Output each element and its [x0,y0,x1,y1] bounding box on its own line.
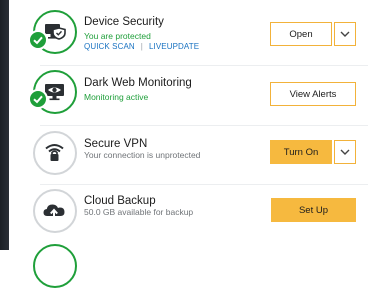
cloud-backup-icon-circle [33,189,77,233]
row-divider [40,184,368,185]
feature-row-device-security: Device Security You are protected QUICK … [0,8,376,68]
view-alerts-button[interactable]: View Alerts [270,82,356,106]
secure-vpn-dropdown-button[interactable] [334,140,356,164]
chevron-down-icon [340,149,350,155]
next-feature-icon-circle [33,244,77,288]
feature-links: QUICK SCAN | LIVEUPDATE [84,42,199,51]
quick-scan-link[interactable]: QUICK SCAN [84,42,135,51]
device-security-dropdown-button[interactable] [334,22,356,46]
chevron-down-icon [340,31,350,37]
feature-title: Secure VPN [84,138,148,150]
cloud-upload-icon [35,191,75,231]
row-divider [40,125,368,126]
feature-row-cloud-backup: Cloud Backup 50.0 GB available for backu… [0,186,376,246]
check-icon [33,36,43,45]
feature-status: Monitoring active [84,92,149,102]
liveupdate-link[interactable]: LIVEUPDATE [149,42,199,51]
turn-on-button[interactable]: Turn On [270,140,332,164]
feature-row-dark-web-monitoring: Dark Web Monitoring Monitoring active Vi… [0,69,376,129]
feature-title: Dark Web Monitoring [84,77,192,89]
wifi-lock-icon [35,133,75,173]
feature-status: 50.0 GB available for backup [84,207,194,217]
set-up-button[interactable]: Set Up [271,198,356,222]
feature-row-secure-vpn: Secure VPN Your connection is unprotecte… [0,128,376,188]
protected-check-badge [28,89,48,109]
row-divider [40,65,368,66]
feature-title: Cloud Backup [84,195,156,207]
protected-check-badge [28,30,48,50]
secure-vpn-icon-circle [33,131,77,175]
open-button[interactable]: Open [270,22,332,46]
check-icon [33,95,43,104]
feature-status: Your connection is unprotected [84,150,201,160]
feature-status: You are protected [84,31,151,41]
link-separator: | [140,42,143,51]
feature-title: Device Security [84,16,164,28]
